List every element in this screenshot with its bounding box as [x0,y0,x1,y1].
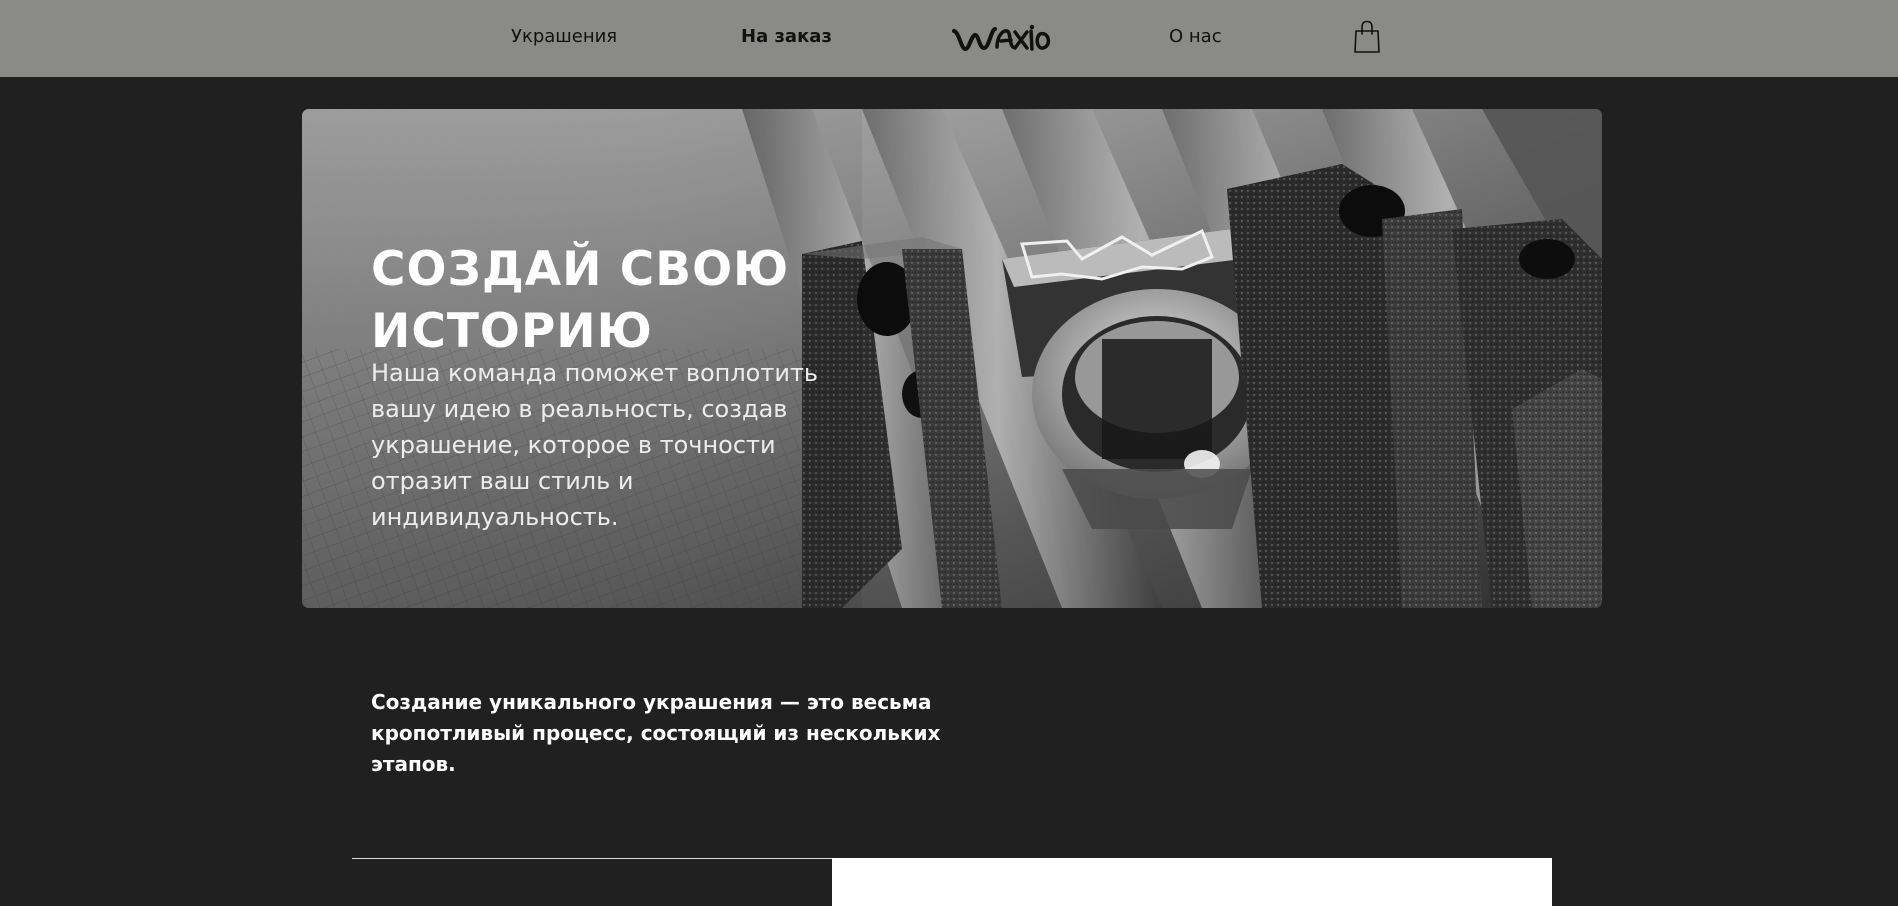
nav-link-about[interactable]: О нас [1169,24,1222,50]
brand-logo-icon[interactable] [951,22,1053,52]
process-intro-text: Создание уникального украшения — это вес… [371,690,941,776]
hero-title: СОЗДАЙ СВОЮ ИСТОРИЮ [371,242,790,359]
hero-banner: СОЗДАЙ СВОЮ ИСТОРИЮ Наша команда поможет… [302,109,1602,608]
nav-link-jewelry[interactable]: Украшения [511,24,617,50]
shopping-bag-icon[interactable] [1353,20,1381,54]
nav-link-custom[interactable]: На заказ [741,24,832,50]
section-divider [352,858,832,859]
hero-description: Наша команда поможет воплотить вашу идею… [371,359,819,531]
process-step-panel [832,858,1552,906]
top-navbar: Украшения На заказ О нас [0,0,1898,77]
